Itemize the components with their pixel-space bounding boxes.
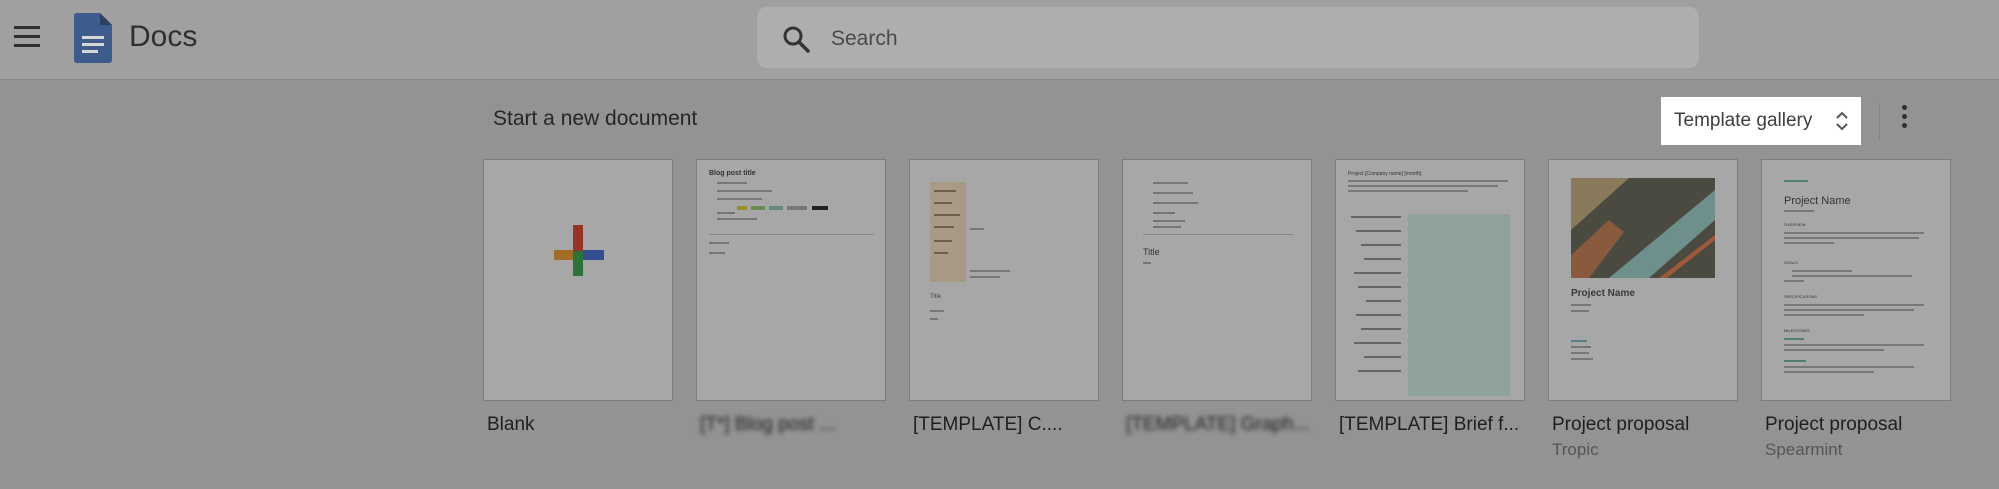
thumbnail-heading: Project Name [1571,288,1635,299]
template-sublabel: Tropic [1552,440,1599,459]
more-vert-icon [1902,105,1907,110]
template-label: Project proposal [1552,414,1690,435]
template-thumbnail: Title [1143,182,1293,264]
template-card-blank[interactable] [483,159,673,401]
thumbnail-heading: Project Name [1784,195,1851,207]
top-bar: Docs [0,0,1999,80]
template-card-project-proposal-tropic[interactable]: Project Name [1548,159,1738,401]
thumbnail-section: GOALS [1784,260,1798,265]
thumbnail-heading: Title [1143,247,1160,257]
template-thumbnail: Title [930,182,1010,320]
docs-logo-icon [74,13,112,63]
template-gallery-label: Template gallery [1674,110,1813,131]
main-menu-button[interactable] [14,26,44,50]
plus-icon [554,225,604,276]
menu-icon [14,26,40,29]
search-icon[interactable] [781,24,811,54]
template-thumbnail: Project Name [1571,178,1715,360]
template-card-project-proposal-spearmint[interactable]: Project Name OVERVIEW GOALS SPECIFICATIO… [1761,159,1951,401]
search-bar[interactable] [757,7,1699,68]
more-options-button[interactable] [1900,105,1910,135]
template-sublabel: Spearmint [1765,440,1843,459]
template-card-blog-post[interactable]: Blog post title [696,159,886,401]
template-card-brief[interactable]: Project [Company name] [month] [1335,159,1525,401]
template-label: [T*] Blog post ... [700,414,836,435]
template-thumbnail: Project [Company name] [month] [1348,171,1510,396]
thumbnail-heading: Project [Company name] [month] [1348,171,1422,177]
thumbnail-heading: Blog post title [709,170,756,177]
template-label: Project proposal [1765,414,1903,435]
template-label: [TEMPLATE] Graph... [1126,414,1310,435]
template-label: [TEMPLATE] C.... [913,414,1063,435]
thumbnail-section: MILESTONES [1784,328,1810,333]
template-label: [TEMPLATE] Brief f... [1339,414,1520,435]
thumbnail-heading: Title [930,294,942,300]
template-card-template-c[interactable]: Title [909,159,1099,401]
template-thumbnail: Blog post title [709,170,874,254]
search-input[interactable] [829,21,1653,57]
template-thumbnail: Project Name OVERVIEW GOALS SPECIFICATIO… [1784,180,1924,373]
thumbnail-section: SPECIFICATIONS [1784,294,1817,299]
template-label: Blank [487,414,535,435]
app-title: Docs [129,20,198,53]
updown-icon [1836,111,1848,131]
thumbnail-section: OVERVIEW [1784,222,1806,227]
template-card-template-graph[interactable]: Title [1122,159,1312,401]
divider [1879,103,1880,141]
section-title: Start a new document [493,107,698,130]
template-gallery-button[interactable]: Template gallery [1661,97,1861,145]
